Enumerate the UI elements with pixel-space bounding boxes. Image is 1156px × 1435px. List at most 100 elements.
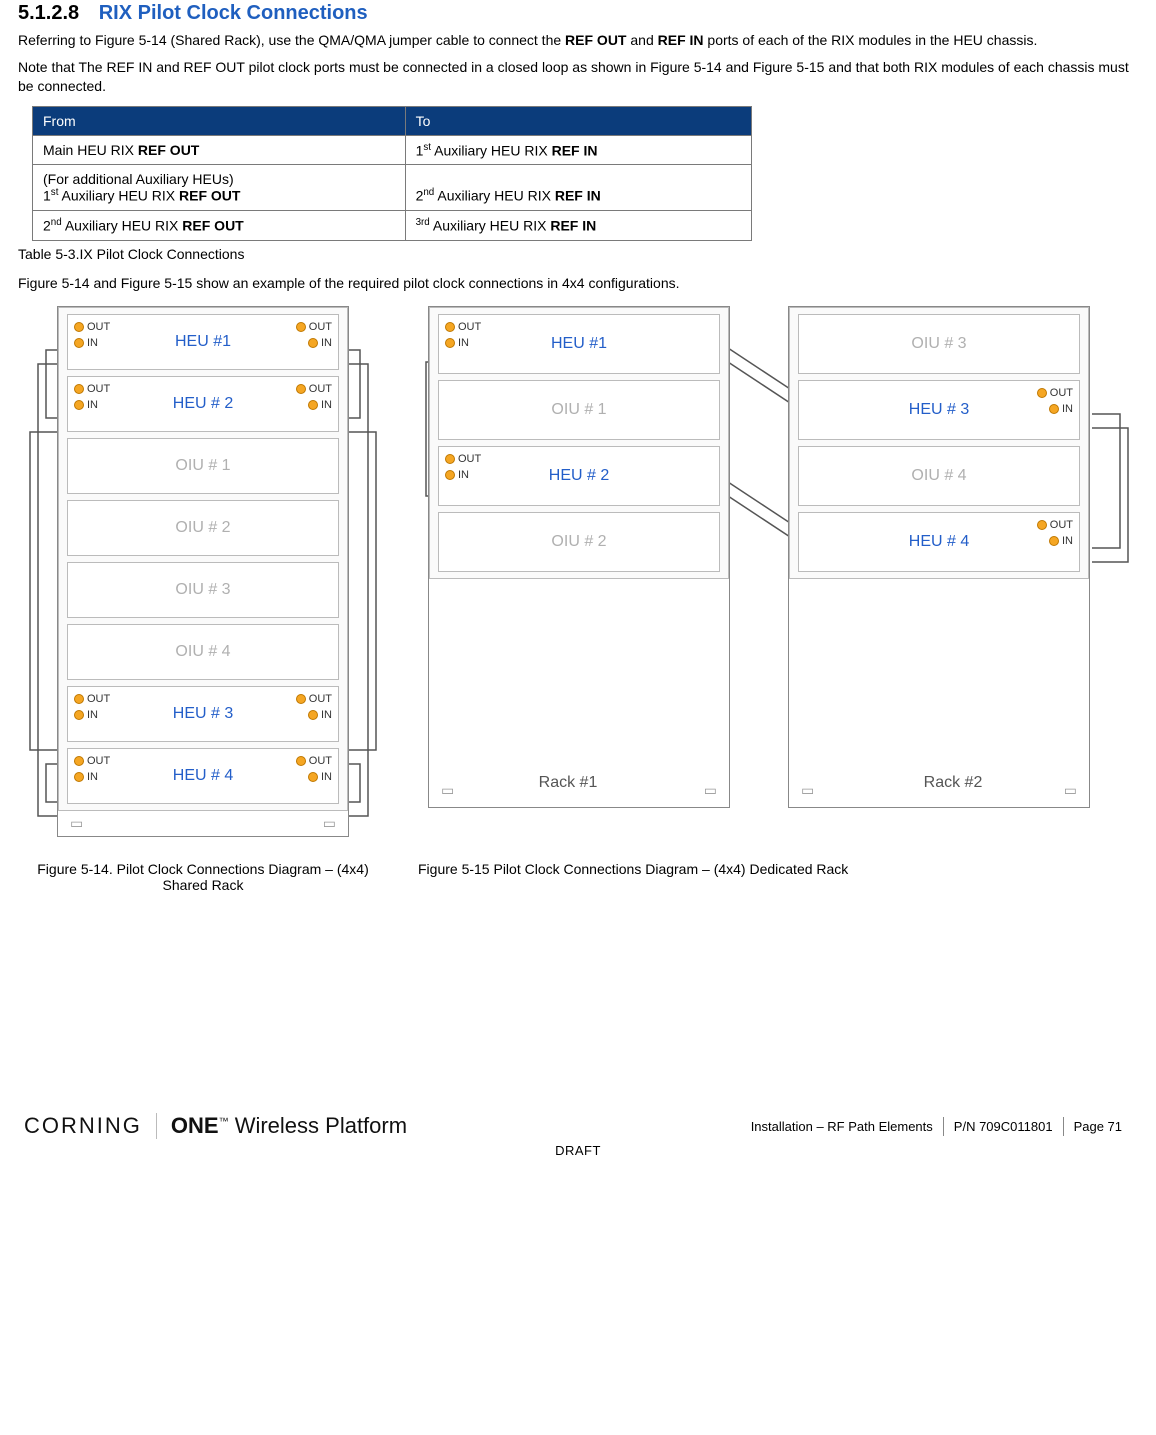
port-out-label: OUT [1050,387,1073,399]
module-label: OIU # 4 [175,643,230,661]
port-out-icon [74,756,84,766]
port-out-icon [445,322,455,332]
port-out-icon [74,322,84,332]
figure-14-caption: Figure 5-14. Pilot Clock Connections Dia… [18,861,388,893]
module-label: OIU # 3 [911,335,966,353]
module-label: HEU # 4 [909,533,969,551]
port-in-icon [308,400,318,410]
oiu-module: OIU # 3 [798,314,1080,374]
draft-label: DRAFT [18,1143,1138,1158]
module-label: HEU # 4 [173,767,233,785]
oiu-module: OIU # 4 [798,446,1080,506]
port-in-label: IN [87,771,98,783]
section-number: 5.1.2.8 [18,2,79,24]
port-in-label: IN [458,469,469,481]
oiu-module: OIU # 1 [438,380,720,440]
heu-module: HEU # 3 OUT IN OUT IN [67,686,339,742]
port-out-icon [296,756,306,766]
port-block: OUT IN [74,383,110,411]
port-in-icon [308,772,318,782]
module-label: HEU # 3 [173,705,233,723]
footer-pn: P/N 709C011801 [943,1117,1063,1136]
footer-page: Page 71 [1063,1117,1132,1136]
port-in-icon [445,470,455,480]
port-out-label: OUT [87,321,110,333]
module-label: OIU # 3 [175,581,230,599]
footer-crumb: Installation – RF Path Elements [741,1117,943,1136]
oiu-module: OIU # 2 [67,500,339,556]
port-in-label: IN [1062,403,1073,415]
port-block: OUT IN [74,755,110,783]
figure-shared-rack: HEU #1 OUT IN OUT IN HEU # 2 OUT IN OUT … [18,306,388,837]
port-in-label: IN [321,709,332,721]
paragraph-1: Referring to Figure 5-14 (Shared Rack), … [18,31,1138,50]
module-label: OIU # 2 [551,533,606,551]
page-footer: CORNING ONE™ Wireless Platform Installat… [18,1113,1138,1139]
port-in-icon [74,772,84,782]
heu-module: HEU # 4 OUT IN OUT IN [67,748,339,804]
port-in-label: IN [321,771,332,783]
module-label: OIU # 1 [175,457,230,475]
rack1-label: Rack #1 [408,774,728,792]
port-block: OUT IN [1037,519,1073,547]
port-in-icon [1049,404,1059,414]
module-label: OIU # 1 [551,401,606,419]
port-out-label: OUT [309,321,332,333]
module-label: HEU #1 [551,335,607,353]
paragraph-2: Note that The REF IN and REF OUT pilot c… [18,58,1138,96]
port-out-label: OUT [87,755,110,767]
rack2-label: Rack #2 [788,774,1118,792]
port-out-icon [296,322,306,332]
table-header-from: From [33,106,406,135]
oiu-module: OIU # 3 [67,562,339,618]
port-out-icon [1037,520,1047,530]
paragraph-3: Figure 5-14 and Figure 5-15 show an exam… [18,274,1138,293]
heu-module: HEU # 2 OUT IN OUT IN [67,376,339,432]
port-in-icon [74,400,84,410]
section-title: RIX Pilot Clock Connections [99,2,368,24]
table-caption: Table 5-3.IX Pilot Clock Connections [18,245,1138,264]
port-in-label: IN [458,337,469,349]
port-out-label: OUT [87,383,110,395]
rack-foot-icon: ▭ [70,815,83,832]
port-block: OUT IN [296,755,332,783]
table-row: Main HEU RIX REF OUT 1st Auxiliary HEU R… [33,135,752,165]
heu-module: HEU # 2 OUT IN [438,446,720,506]
figure-15-caption: Figure 5-15 Pilot Clock Connections Diag… [408,861,1138,893]
port-in-label: IN [321,337,332,349]
heu-module: HEU #1 OUT IN [438,314,720,374]
port-block: OUT IN [74,321,110,349]
port-out-label: OUT [87,693,110,705]
module-label: HEU #1 [175,333,231,351]
port-in-icon [308,710,318,720]
port-in-icon [74,338,84,348]
connections-table: From To Main HEU RIX REF OUT 1st Auxilia… [32,106,752,241]
module-label: OIU # 4 [911,467,966,485]
port-block: OUT IN [296,693,332,721]
heu-module: HEU #1 OUT IN OUT IN [67,314,339,370]
port-in-label: IN [321,399,332,411]
port-out-icon [1037,388,1047,398]
port-block: OUT IN [1037,387,1073,415]
table-header-to: To [405,106,751,135]
port-in-label: IN [87,399,98,411]
port-in-icon [1049,536,1059,546]
port-out-label: OUT [458,453,481,465]
port-in-label: IN [87,709,98,721]
port-in-icon [74,710,84,720]
port-block: OUT IN [296,383,332,411]
table-row: (For additional Auxiliary HEUs) 1st Auxi… [33,165,752,211]
port-in-label: IN [1062,535,1073,547]
port-out-label: OUT [309,693,332,705]
module-label: HEU # 2 [549,467,609,485]
port-block: OUT IN [445,453,481,481]
port-out-icon [296,384,306,394]
port-out-label: OUT [309,383,332,395]
port-in-icon [445,338,455,348]
module-label: HEU # 3 [909,401,969,419]
port-out-icon [445,454,455,464]
port-out-icon [296,694,306,704]
oiu-module: OIU # 1 [67,438,339,494]
port-block: OUT IN [445,321,481,349]
table-row: 2nd Auxiliary HEU RIX REF OUT 3rd Auxili… [33,210,752,240]
